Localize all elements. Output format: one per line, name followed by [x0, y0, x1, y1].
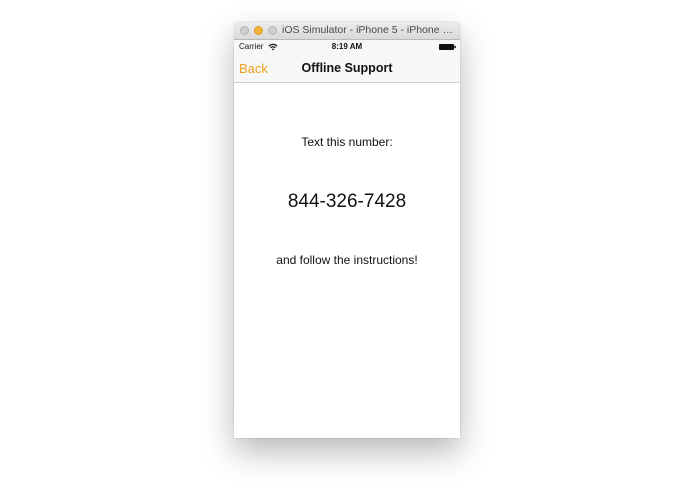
page-title: Offline Support: [301, 61, 393, 75]
phone-number-text: 844-326-7428: [287, 191, 407, 212]
navigation-bar: Back Offline Support: [234, 54, 460, 83]
zoom-window-button[interactable]: [268, 26, 277, 35]
minimize-window-button[interactable]: [254, 26, 263, 35]
simulator-window: iOS Simulator - iPhone 5 - iPhone 5 /...…: [234, 22, 460, 438]
instruction-bottom-text: and follow the instructions!: [276, 253, 418, 267]
window-title: iOS Simulator - iPhone 5 - iPhone 5 /...: [282, 24, 456, 36]
window-titlebar: iOS Simulator - iPhone 5 - iPhone 5 /...: [234, 22, 460, 40]
instruction-top-text: Text this number:: [301, 135, 393, 149]
main-content: Text this number: 844-326-7428 and follo…: [234, 83, 460, 438]
close-window-button[interactable]: [240, 26, 249, 35]
battery-icon: [439, 44, 456, 50]
status-time: 8:19 AM: [331, 42, 363, 51]
status-bar: Carrier 8:19 AM: [234, 40, 460, 54]
